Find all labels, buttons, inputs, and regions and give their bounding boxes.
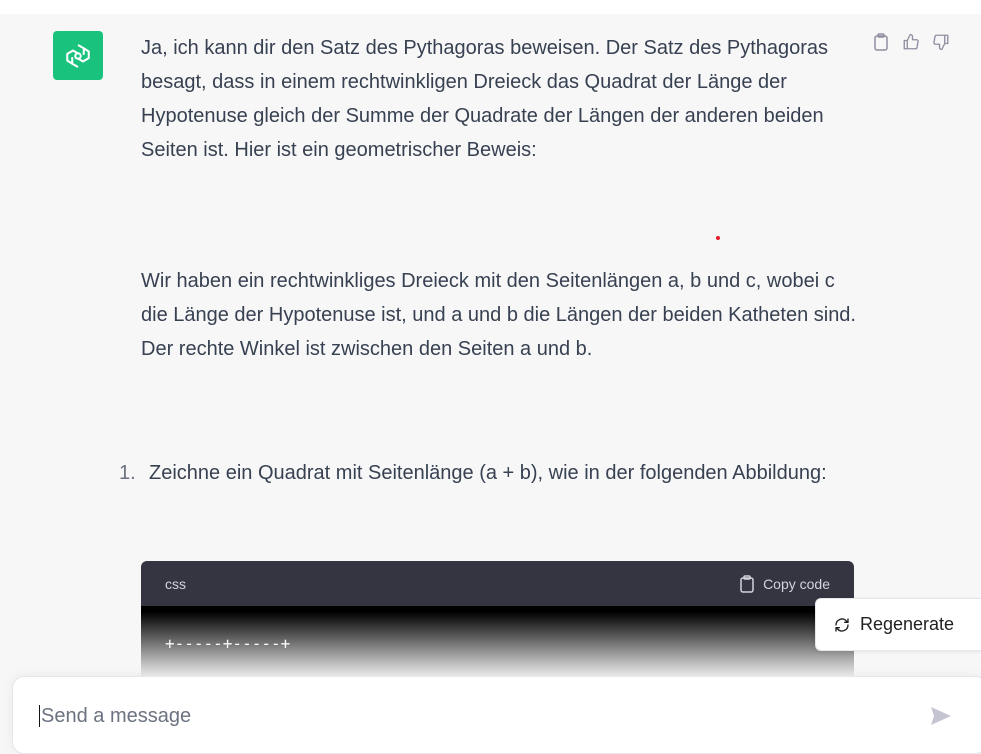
message-composer[interactable]: Send a message	[12, 676, 981, 754]
list-number: 1.	[119, 462, 136, 484]
regenerate-label: Regenerate	[860, 614, 955, 634]
message-paragraph-1: Ja, ich kann dir den Satz des Pythagoras…	[141, 31, 861, 167]
top-bar	[0, 0, 981, 14]
thumbs-down-button[interactable]	[932, 33, 950, 51]
list-text: Zeichne ein Quadrat mit Seitenlänge (a +…	[149, 462, 827, 484]
thumbs-up-button[interactable]	[902, 33, 920, 51]
regenerate-button[interactable]: Regenerate	[815, 598, 981, 651]
thumbs-up-icon	[903, 33, 919, 50]
refresh-icon	[835, 617, 849, 632]
message-actions	[872, 33, 950, 51]
clipboard-icon	[874, 33, 888, 51]
openai-logo-icon	[66, 43, 90, 68]
copy-code-label: Copy code	[763, 575, 830, 592]
code-block: css Copy code +-----+-----+	[141, 561, 854, 681]
clipboard-icon	[740, 574, 754, 593]
paragraph-text: Ja, ich kann dir den Satz des Pythagoras…	[141, 37, 829, 161]
copy-code-button[interactable]: Copy code	[739, 574, 830, 593]
copy-message-button[interactable]	[872, 33, 890, 51]
code-header: css Copy code	[141, 561, 854, 606]
send-button[interactable]	[930, 706, 952, 726]
send-icon	[931, 707, 951, 725]
cursor-dot	[716, 236, 720, 240]
paragraph-text: Wir haben ein rechtwinkliges Dreieck mit…	[141, 270, 856, 360]
code-content: +-----+-----+	[141, 606, 854, 681]
message-paragraph-2: Wir haben ein rechtwinkliges Dreieck mit…	[141, 264, 861, 366]
thumbs-down-icon	[933, 34, 949, 51]
assistant-avatar	[53, 31, 103, 80]
message-input[interactable]: Send a message	[39, 705, 191, 727]
code-line: +-----+-----+	[165, 634, 291, 653]
code-language: css	[165, 575, 186, 592]
